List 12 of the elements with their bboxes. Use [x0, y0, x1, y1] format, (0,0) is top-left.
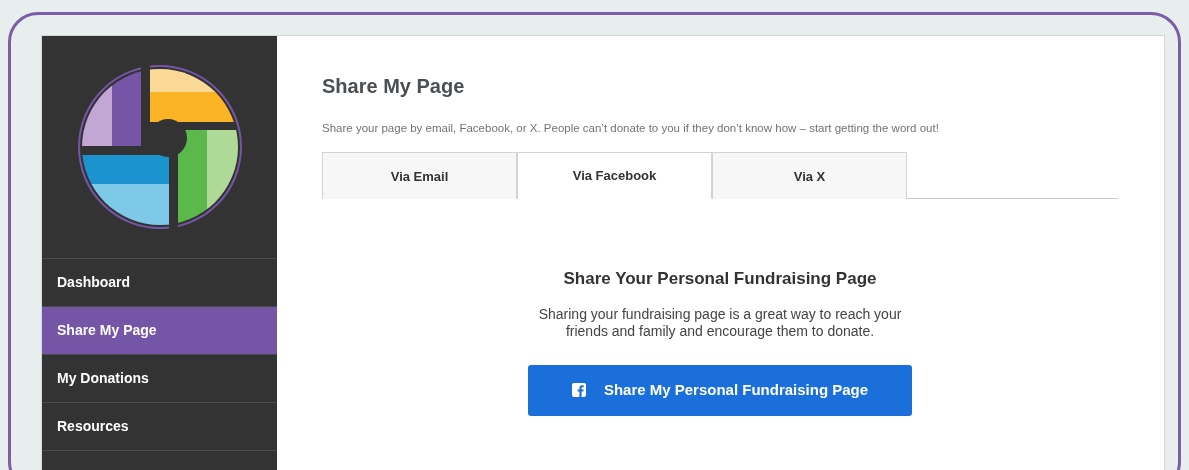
tab[interactable]: Via Facebook — [517, 152, 712, 200]
tab[interactable]: Via X — [712, 152, 907, 200]
share-button[interactable]: Share My Personal Fundraising Page — [528, 364, 912, 416]
sidebar-item[interactable]: My Donations — [42, 355, 277, 403]
panel-heading: Share Your Personal Fundraising Page — [562, 269, 878, 290]
facebook-icon — [571, 383, 586, 398]
panel-text: Sharing your fundraising page is a great way to reach your friends and family and encourage them to donate. — [537, 305, 903, 341]
tab[interactable]: Via Email — [322, 152, 517, 200]
sidebar-item[interactable]: Share My Page — [42, 307, 277, 355]
page-description: Share your page by email, Facebook, or X. People can’t donate to you if they don’t know how – start getting the word out! — [322, 121, 940, 136]
page-title: Share My Page — [322, 74, 466, 98]
sidebar-item[interactable]: Resources — [42, 403, 277, 451]
